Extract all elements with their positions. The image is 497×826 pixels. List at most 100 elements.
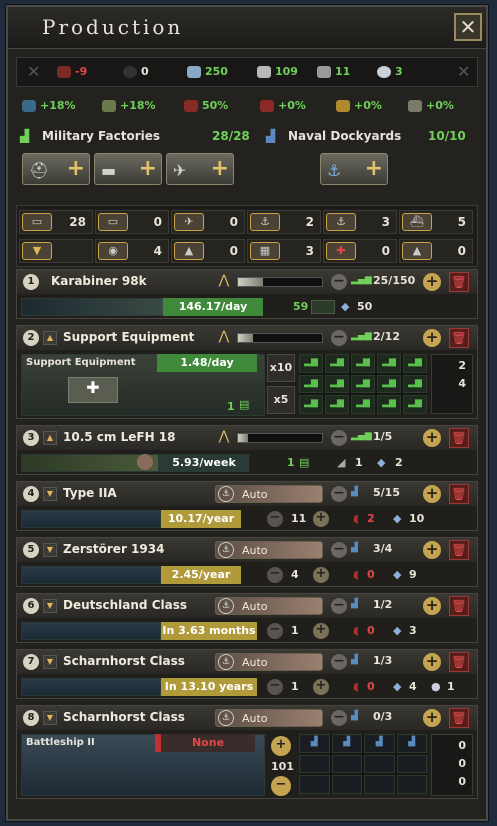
add-factory-button[interactable]: + [423,329,441,347]
delete-line-button[interactable]: 🗑 [449,540,469,560]
add-naval-production-button[interactable]: ⚓ + [320,153,388,185]
add-dockyard-button[interactable]: + [313,511,329,527]
remove-dockyard-button[interactable]: − [267,511,283,527]
category-collapse[interactable]: ▼ [19,239,93,263]
dockyard-output[interactable]: +18% [102,99,156,112]
move-up-button[interactable]: ▲ [43,331,57,345]
close-button[interactable]: ✕ [454,13,482,41]
move-up-button[interactable]: ▼ [43,711,57,725]
add-dockyard-button[interactable]: + [313,679,329,695]
efficiency-value: +18% [40,99,76,112]
remove-dockyard-button[interactable]: − [267,567,283,583]
remove-factory-button[interactable]: − [331,330,347,346]
auto-mode-selector[interactable]: ⚓ Auto [215,541,323,559]
oil-icon: ◖ [353,568,359,581]
efficiency-growth[interactable]: +0% [260,99,306,112]
add-dockyard-button[interactable]: + [423,541,441,559]
factory-output[interactable]: +18% [22,99,76,112]
resource-value: 109 [275,65,298,78]
remove-dockyard-button[interactable]: − [331,654,347,670]
production-line[interactable]: 1 Karabiner 98k ⋀ − ▂▄▆ 25/150 + 🗑 146.1… [16,269,478,319]
oil-count: 0 [367,624,375,637]
add-plane-production-button[interactable]: ✈ + [166,153,234,185]
move-up-button[interactable]: ▼ [43,487,57,501]
resource-gain[interactable]: +0% [408,99,454,112]
production-line[interactable]: 2 ▲ Support Equipment ⋀ − ▂▄▆ 2/12 + 🗑 S… [16,325,478,419]
add-factory-button[interactable]: + [423,429,441,447]
category-infantry[interactable]: ▭ 28 [19,210,93,234]
steel-count: 10 [409,512,425,525]
production-line[interactable]: 5 ▼ Zerstörer 1934 ⚓ Auto − ▟ 3/4 + 🗑 2.4… [16,537,478,587]
delete-line-button[interactable]: 🗑 [449,484,469,504]
category-armor[interactable]: ▭ 0 [95,210,169,234]
delete-line-button[interactable]: 🗑 [449,328,469,348]
add-infantry-production-button[interactable]: ⛑ + [22,153,90,185]
equipment-label: Battleship II [26,737,95,748]
category-naval[interactable]: ⚓ 2 [247,210,321,234]
category-naval-2[interactable]: ⚓ 3 [323,210,397,234]
auto-mode-selector[interactable]: ⚓ Auto [215,485,323,503]
production-efficiency[interactable]: 50% [184,99,228,112]
dockyard-icon: ▟ [351,711,358,721]
category-capital-ship[interactable]: ◉ 4 [95,239,169,263]
delete-line-button[interactable]: 🗑 [449,272,469,292]
x10-button[interactable]: x10 [267,354,295,382]
line-number: 6 [23,598,39,614]
category-upgrade[interactable]: ▲ 0 [171,239,245,263]
auto-mode-selector[interactable]: ⚓ Auto [215,653,323,671]
resource-aluminium[interactable]: 109 [257,65,298,78]
add-dockyard-button[interactable]: + [271,736,291,756]
remove-dockyard-button[interactable]: − [331,486,347,502]
add-dockyard-button[interactable]: + [423,485,441,503]
auto-mode-selector[interactable]: ⚓ Auto [215,597,323,615]
add-dockyard-button[interactable]: + [313,567,329,583]
resource-value: 0 [141,65,149,78]
add-dockyard-button[interactable]: + [313,623,329,639]
convoy-category-icon: ⛴ [402,213,432,231]
add-dockyard-button[interactable]: + [423,709,441,727]
remove-dockyard-button[interactable]: − [331,542,347,558]
add-dockyard-button[interactable]: + [423,653,441,671]
delete-line-button[interactable]: 🗑 [449,428,469,448]
add-factory-button[interactable]: + [423,273,441,291]
remove-factory-button[interactable]: − [331,430,347,446]
resource-oil[interactable]: -9 [57,65,87,78]
production-line[interactable]: 3 ▲ 10.5 cm LeFH 18 ⋀ − ▂▄▆ 1/5 + 🗑 5.93… [16,425,478,475]
category-convoy[interactable]: ⛴ 5 [399,210,473,234]
delete-line-button[interactable]: 🗑 [449,596,469,616]
armor-category-icon: ▭ [98,213,128,231]
move-up-button[interactable]: ▼ [43,655,57,669]
production-line[interactable]: 7 ▼ Scharnhorst Class ⚓ Auto − ▟ 1/3 + 🗑 … [16,649,478,699]
delete-line-button[interactable]: 🗑 [449,708,469,728]
dockyard-output-icon [102,100,116,112]
move-up-button[interactable]: ▼ [43,599,57,613]
plus-icon: + [138,156,157,181]
resource-steel[interactable]: 250 [187,65,228,78]
efficiency-cap[interactable]: +0% [336,99,382,112]
category-air[interactable]: ✈ 0 [171,210,245,234]
remove-dockyard-button[interactable]: − [331,710,347,726]
category-priority[interactable]: ▲ 0 [399,239,473,263]
remove-dockyard-button[interactable]: − [331,598,347,614]
add-tank-production-button[interactable]: ▬ + [94,153,162,185]
move-up-button[interactable]: ▲ [43,431,57,445]
resource-tungsten[interactable]: 11 [317,65,350,78]
resource-rubber[interactable]: 0 [123,65,149,78]
production-line[interactable]: 6 ▼ Deutschland Class ⚓ Auto − ▟ 1/2 + 🗑 … [16,593,478,643]
resource-chromium[interactable]: 3 [377,65,403,78]
move-up-button[interactable]: ▼ [43,543,57,557]
x5-button[interactable]: x5 [267,386,295,414]
delete-line-button[interactable]: 🗑 [449,652,469,672]
auto-mode-selector[interactable]: ⚓ Auto [215,709,323,727]
production-line[interactable]: 8 ▼ Scharnhorst Class ⚓ Auto − ▟ 0/3 + 🗑 … [16,705,478,799]
category-count: 2 [305,215,314,229]
add-dockyard-button[interactable]: + [423,597,441,615]
remove-dockyard-button[interactable]: − [267,623,283,639]
production-line[interactable]: 4 ▼ Type IIA ⚓ Auto − ▟ 5/15 + 🗑 10.17/ye… [16,481,478,531]
category-trains[interactable]: ▦ 3 [247,239,321,263]
production-line-header: 1 Karabiner 98k ⋀ − ▂▄▆ 25/150 + 🗑 [17,270,477,294]
remove-dockyard-button[interactable]: − [271,776,291,796]
category-rocket[interactable]: ✚ 0 [323,239,397,263]
remove-dockyard-button[interactable]: − [267,679,283,695]
remove-factory-button[interactable]: − [331,274,347,290]
